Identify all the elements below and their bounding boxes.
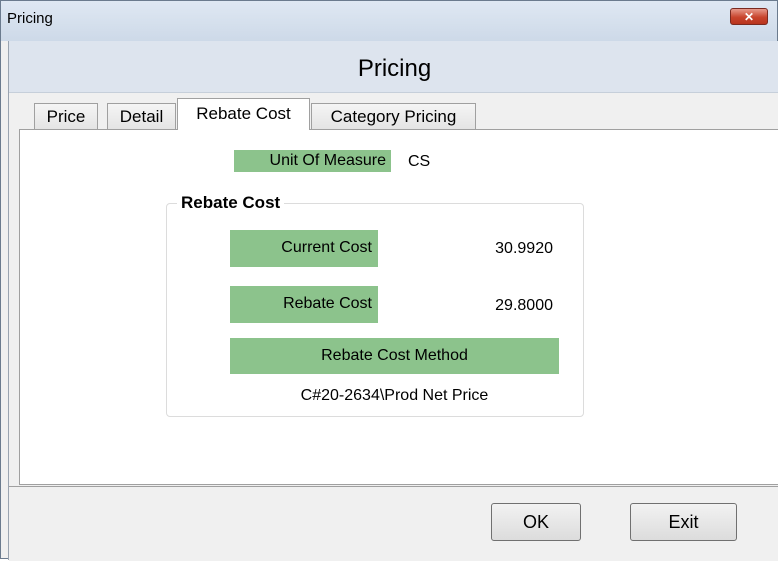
rebate-cost-value: 29.8000 — [402, 286, 559, 322]
rebate-cost-method-value: C#20-2634\Prod Net Price — [230, 376, 559, 416]
rebate-cost-group-title: Rebate Cost — [177, 193, 285, 213]
tab-rebate-cost[interactable]: Rebate Cost — [177, 98, 310, 130]
title-bar[interactable]: Pricing ✕ — [1, 1, 777, 41]
window-title: Pricing — [7, 10, 53, 27]
tab-price[interactable]: Price — [34, 103, 98, 129]
ok-button[interactable]: OK — [491, 503, 581, 541]
header-band: Pricing — [9, 41, 778, 93]
exit-button[interactable]: Exit — [630, 503, 737, 541]
tab-category-pricing[interactable]: Category Pricing — [311, 103, 476, 129]
close-button[interactable]: ✕ — [730, 8, 768, 25]
pricing-window: Pricing ✕ Pricing Price Detail Rebate Co… — [0, 0, 778, 561]
rebate-cost-method-label: Rebate Cost Method — [230, 338, 559, 374]
current-cost-label: Current Cost — [230, 230, 378, 267]
page-title: Pricing — [357, 55, 432, 82]
rebate-cost-label: Rebate Cost — [230, 286, 378, 323]
close-icon: ✕ — [743, 10, 755, 24]
unit-of-measure-value: CS — [402, 150, 472, 172]
unit-of-measure-label: Unit Of Measure — [234, 150, 391, 172]
client-area: Pricing Price Detail Rebate Cost Categor… — [8, 41, 778, 561]
current-cost-value: 30.9920 — [402, 229, 559, 265]
tab-detail[interactable]: Detail — [107, 103, 176, 129]
